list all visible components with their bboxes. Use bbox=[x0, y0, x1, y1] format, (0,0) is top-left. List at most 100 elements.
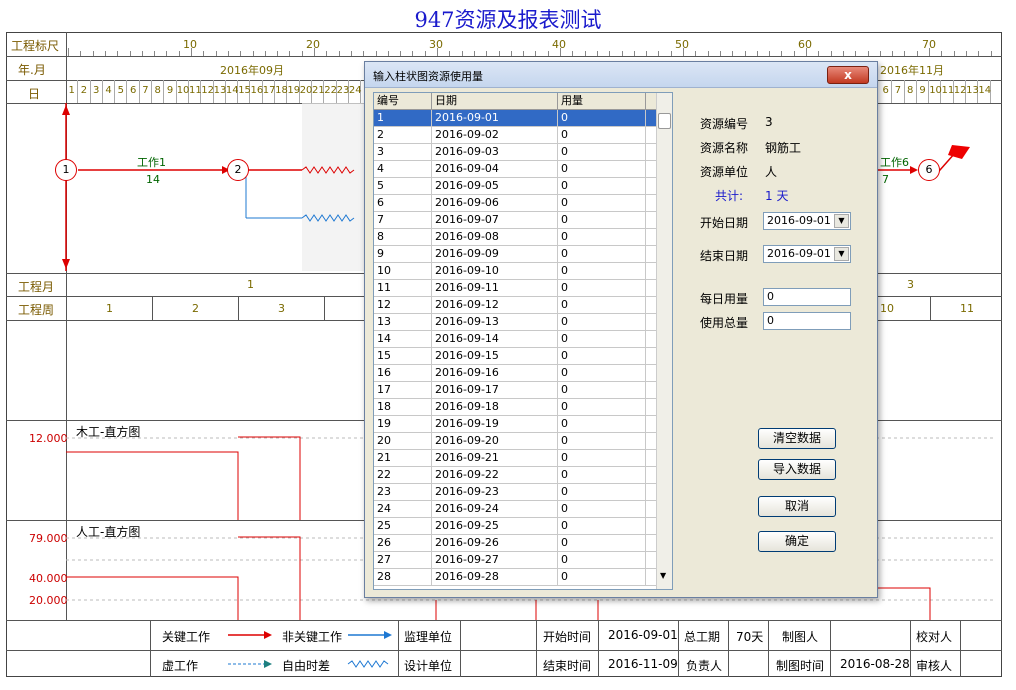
month-text-right: 2016年11月 bbox=[880, 64, 944, 77]
table-row[interactable]: 9 2016-09-09 0 bbox=[374, 246, 656, 263]
scale-tick bbox=[92, 51, 94, 56]
node-2[interactable]: 2 bbox=[227, 159, 249, 181]
divider bbox=[150, 620, 151, 677]
scale-tick bbox=[289, 51, 291, 56]
table-row[interactable]: 17 2016-09-17 0 bbox=[374, 382, 656, 399]
column-header[interactable]: 日期 bbox=[432, 93, 558, 110]
day-cell: 6 bbox=[128, 80, 140, 103]
table-cell: 0 bbox=[558, 467, 646, 484]
close-button[interactable]: x bbox=[827, 66, 869, 84]
table-row[interactable]: 21 2016-09-21 0 bbox=[374, 450, 656, 467]
scale-tick bbox=[892, 51, 894, 56]
scroll-thumb[interactable] bbox=[658, 113, 671, 129]
table-row[interactable]: 22 2016-09-22 0 bbox=[374, 467, 656, 484]
table-row[interactable]: 27 2016-09-27 0 bbox=[374, 552, 656, 569]
table-row[interactable]: 18 2016-09-18 0 bbox=[374, 399, 656, 416]
week-cell: 10 bbox=[880, 302, 894, 315]
scale-tick bbox=[240, 51, 242, 56]
day-cell: 15 bbox=[238, 80, 251, 103]
table-cell: 15 bbox=[374, 348, 432, 365]
table-row[interactable]: 12 2016-09-12 0 bbox=[374, 297, 656, 314]
work6-label[interactable]: 工作6 bbox=[880, 154, 909, 170]
table-row[interactable]: 10 2016-09-10 0 bbox=[374, 263, 656, 280]
table-row[interactable]: 8 2016-09-08 0 bbox=[374, 229, 656, 246]
total-usage-input[interactable]: 0 bbox=[763, 312, 851, 330]
table-cell: 12 bbox=[374, 297, 432, 314]
table-header: 编号 日期 用量 bbox=[374, 93, 656, 110]
scale-tick bbox=[387, 51, 389, 56]
table-row[interactable]: 25 2016-09-25 0 bbox=[374, 518, 656, 535]
owner-label: 负责人 bbox=[686, 659, 723, 673]
end-date-label: 结束日期 bbox=[700, 249, 749, 263]
start-date-select[interactable]: 2016-09-01 ▼ bbox=[763, 212, 851, 230]
day-cell: 12 bbox=[201, 80, 214, 103]
project-month-left: 1 bbox=[247, 278, 254, 291]
table-cell: 2016-09-04 bbox=[432, 161, 558, 178]
table-row[interactable]: 4 2016-09-04 0 bbox=[374, 161, 656, 178]
scale-tick bbox=[80, 51, 82, 56]
scale-tick bbox=[264, 51, 266, 56]
project-month-right: 3 bbox=[907, 278, 914, 291]
table-cell: 1 bbox=[374, 110, 432, 127]
table-row[interactable]: 16 2016-09-16 0 bbox=[374, 365, 656, 382]
column-header[interactable]: 编号 bbox=[374, 93, 432, 110]
week-cell: 3 bbox=[278, 302, 285, 315]
scale-tick bbox=[227, 51, 229, 56]
table-row[interactable]: 1 2016-09-01 0 bbox=[374, 110, 656, 127]
scale-tick bbox=[252, 51, 254, 56]
table-row[interactable]: 5 2016-09-05 0 bbox=[374, 178, 656, 195]
scale-tick bbox=[842, 51, 844, 56]
ok-button[interactable]: 确定 bbox=[758, 531, 836, 552]
histogram-axis-value: 79.000 bbox=[29, 532, 68, 545]
work1-label[interactable]: 工作1 bbox=[137, 154, 166, 170]
table-row[interactable]: 6 2016-09-06 0 bbox=[374, 195, 656, 212]
scroll-down-icon[interactable]: ▼ bbox=[660, 571, 666, 580]
scale-tick bbox=[350, 51, 352, 56]
scale-tick bbox=[424, 51, 426, 56]
clear-data-button[interactable]: 清空数据 bbox=[758, 428, 836, 449]
table-row[interactable]: 20 2016-09-20 0 bbox=[374, 433, 656, 450]
import-data-button[interactable]: 导入数据 bbox=[758, 459, 836, 480]
resource-name-label: 资源名称 bbox=[700, 141, 749, 155]
end-date-select[interactable]: 2016-09-01 ▼ bbox=[763, 245, 851, 263]
table-row[interactable]: 24 2016-09-24 0 bbox=[374, 501, 656, 518]
table-row[interactable]: 19 2016-09-19 0 bbox=[374, 416, 656, 433]
dialog-titlebar[interactable]: 输入柱状图资源使用量 x bbox=[365, 62, 877, 88]
day-cell: 5 bbox=[115, 80, 128, 103]
scale-tick bbox=[916, 51, 918, 56]
table-row[interactable]: 2 2016-09-02 0 bbox=[374, 127, 656, 144]
table-cell: 0 bbox=[558, 178, 646, 195]
node-1[interactable]: 1 bbox=[55, 159, 77, 181]
table-row[interactable]: 28 2016-09-28 0 bbox=[374, 569, 656, 586]
table-row[interactable]: 15 2016-09-15 0 bbox=[374, 348, 656, 365]
total-value: 1 天 bbox=[765, 189, 789, 203]
cancel-button[interactable]: 取消 bbox=[758, 496, 836, 517]
table-row[interactable]: 13 2016-09-13 0 bbox=[374, 314, 656, 331]
table-cell: 2 bbox=[374, 127, 432, 144]
scale-tick bbox=[744, 51, 746, 56]
table-row[interactable]: 3 2016-09-03 0 bbox=[374, 144, 656, 161]
week-cell: 11 bbox=[960, 302, 974, 315]
day-cell: 7 bbox=[140, 80, 153, 103]
table-cell: 0 bbox=[558, 399, 646, 416]
table-row[interactable]: 11 2016-09-11 0 bbox=[374, 280, 656, 297]
column-header[interactable]: 用量 bbox=[558, 93, 646, 110]
table-row[interactable]: 14 2016-09-14 0 bbox=[374, 331, 656, 348]
usage-table[interactable]: 编号 日期 用量 1 2016-09-01 0 2 2016-09-02 0 3 2016-0… bbox=[373, 92, 673, 590]
duration-value: 70天 bbox=[736, 630, 764, 644]
table-cell: 2016-09-08 bbox=[432, 229, 558, 246]
scale-tick bbox=[326, 51, 328, 56]
daily-usage-input[interactable]: 0 bbox=[763, 288, 851, 306]
node-6[interactable]: 6 bbox=[918, 159, 940, 181]
table-row[interactable]: 23 2016-09-23 0 bbox=[374, 484, 656, 501]
chevron-down-icon[interactable]: ▼ bbox=[834, 214, 849, 228]
table-row[interactable]: 26 2016-09-26 0 bbox=[374, 535, 656, 552]
chevron-down-icon[interactable]: ▼ bbox=[834, 247, 849, 261]
table-cell: 0 bbox=[558, 348, 646, 365]
month-label: 年.月 bbox=[18, 63, 46, 77]
histogram-axis-value: 12.000 bbox=[29, 432, 68, 445]
design-label: 设计单位 bbox=[404, 659, 453, 673]
table-cell: 2016-09-23 bbox=[432, 484, 558, 501]
table-row[interactable]: 7 2016-09-07 0 bbox=[374, 212, 656, 229]
table-scrollbar[interactable]: ▼ bbox=[656, 93, 672, 589]
